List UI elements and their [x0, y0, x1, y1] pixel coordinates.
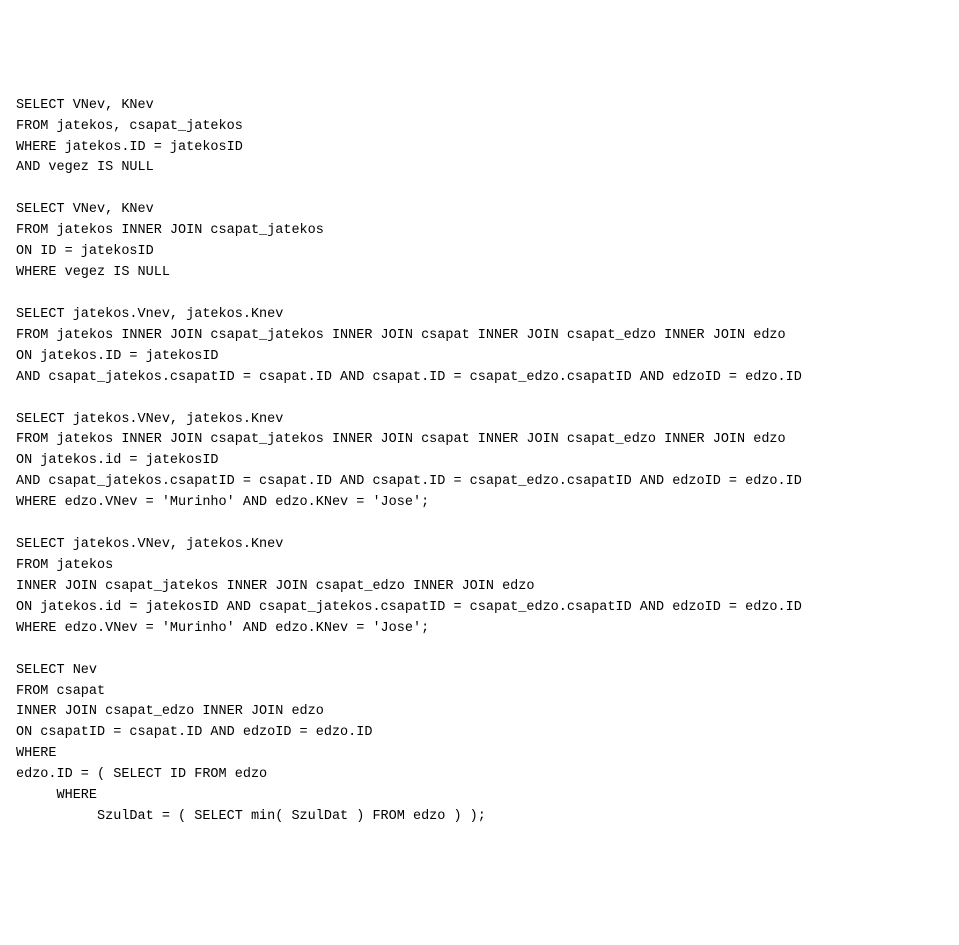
code-line: WHERE	[16, 746, 57, 761]
code-line: AND vegez IS NULL	[16, 160, 154, 175]
code-line: SzulDat = ( SELECT min( SzulDat ) FROM e…	[16, 809, 486, 824]
code-line: WHERE edzo.VNev = 'Murinho' AND edzo.KNe…	[16, 495, 429, 510]
code-line: SELECT VNev, KNev	[16, 98, 154, 113]
code-line: FROM csapat	[16, 684, 105, 699]
code-line: ON jatekos.id = jatekosID AND csapat_jat…	[16, 600, 802, 615]
code-line: ON jatekos.id = jatekosID	[16, 453, 219, 468]
code-line: INNER JOIN csapat_jatekos INNER JOIN csa…	[16, 579, 534, 594]
code-line: ON csapatID = csapat.ID AND edzoID = edz…	[16, 725, 372, 740]
code-line: FROM jatekos, csapat_jatekos	[16, 119, 243, 134]
code-line: SELECT jatekos.Vnev, jatekos.Knev	[16, 307, 283, 322]
code-line: SELECT VNev, KNev	[16, 202, 154, 217]
code-line: ON ID = jatekosID	[16, 244, 154, 259]
code-line: FROM jatekos	[16, 558, 113, 573]
code-line: FROM jatekos INNER JOIN csapat_jatekos I…	[16, 432, 786, 447]
code-line: INNER JOIN csapat_edzo INNER JOIN edzo	[16, 704, 324, 719]
sql-code-block: SELECT VNev, KNev FROM jatekos, csapat_j…	[16, 96, 943, 828]
code-line: WHERE vegez IS NULL	[16, 265, 170, 280]
code-line: ON jatekos.ID = jatekosID	[16, 349, 219, 364]
code-line: edzo.ID = ( SELECT ID FROM edzo	[16, 767, 267, 782]
code-line: WHERE edzo.VNev = 'Murinho' AND edzo.KNe…	[16, 621, 429, 636]
code-line: SELECT Nev	[16, 663, 97, 678]
code-line: AND csapat_jatekos.csapatID = csapat.ID …	[16, 474, 802, 489]
code-line: FROM jatekos INNER JOIN csapat_jatekos I…	[16, 328, 786, 343]
code-line: WHERE	[16, 788, 97, 803]
code-line: SELECT jatekos.VNev, jatekos.Knev	[16, 412, 283, 427]
code-line: SELECT jatekos.VNev, jatekos.Knev	[16, 537, 283, 552]
code-line: FROM jatekos INNER JOIN csapat_jatekos	[16, 223, 324, 238]
code-line: AND csapat_jatekos.csapatID = csapat.ID …	[16, 370, 802, 385]
code-line: WHERE jatekos.ID = jatekosID	[16, 140, 243, 155]
